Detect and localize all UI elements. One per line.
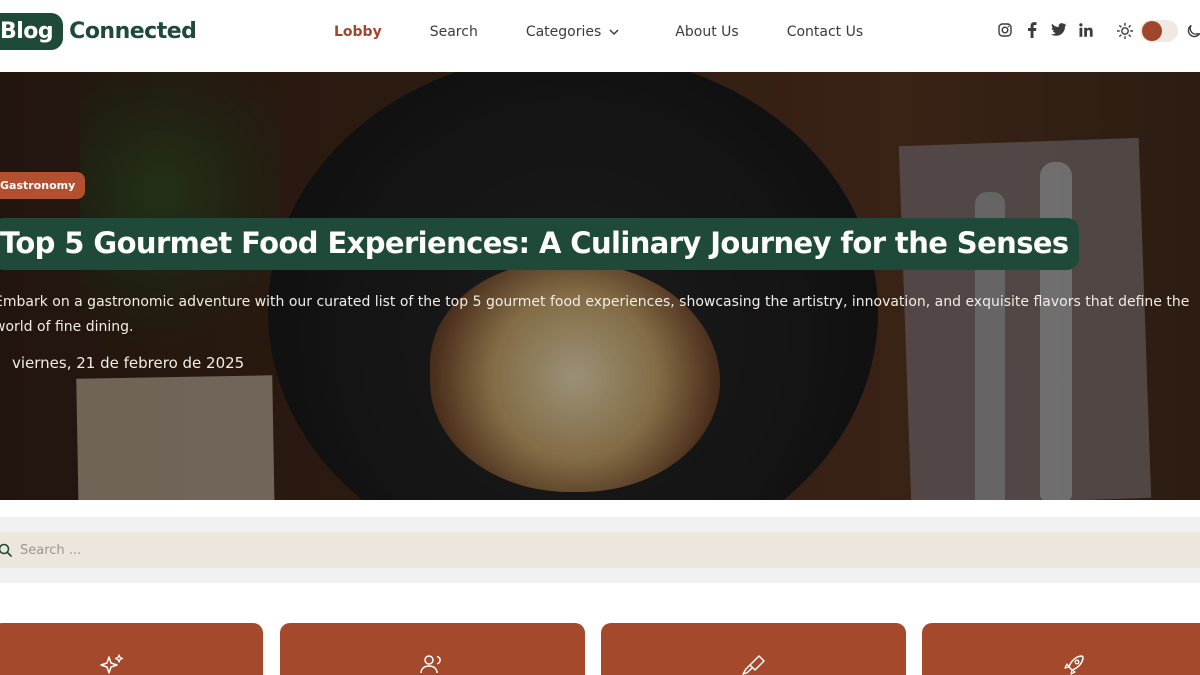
moon-icon[interactable] — [1186, 23, 1200, 39]
search-bar[interactable] — [0, 532, 1200, 568]
social-links — [997, 22, 1105, 38]
hero-title[interactable]: Top 5 Gourmet Food Experiences: A Culina… — [0, 218, 1079, 270]
site-header: Blog Connected Lobby Search Categories A… — [0, 0, 1200, 72]
main-nav: Lobby Search Categories About Us Contact… — [334, 24, 863, 40]
category-cards — [0, 623, 1200, 675]
logo-badge: Blog — [0, 12, 64, 50]
rocket-icon — [1064, 655, 1084, 675]
nav-categories[interactable]: Categories — [526, 24, 619, 40]
category-card-1[interactable] — [0, 623, 263, 675]
calendar-icon — [0, 355, 4, 371]
category-card-3[interactable] — [601, 623, 906, 675]
nav-search[interactable]: Search — [430, 24, 478, 40]
category-card-4[interactable] — [922, 623, 1200, 675]
category-card-2[interactable] — [280, 623, 585, 675]
hero-overlay — [0, 72, 1200, 500]
sparkles-icon — [100, 654, 124, 674]
facebook-icon[interactable] — [1024, 22, 1040, 38]
logo-text: Connected — [69, 18, 197, 44]
search-input[interactable] — [20, 542, 620, 558]
sun-icon[interactable] — [1116, 22, 1134, 40]
nav-categories-label: Categories — [525, 24, 602, 40]
toggle-knob — [1142, 21, 1162, 41]
search-icon — [0, 543, 12, 557]
theme-toggle[interactable] — [1140, 20, 1178, 42]
twitter-icon[interactable] — [1051, 22, 1067, 38]
users-icon — [420, 655, 441, 674]
hero-description: Embark on a gastronomic adventure with o… — [0, 294, 1190, 335]
instagram-icon[interactable] — [997, 22, 1013, 38]
chevron-down-icon — [609, 29, 619, 36]
nav-contact-us[interactable]: Contact Us — [787, 24, 863, 40]
search-section — [0, 517, 1200, 583]
post-date-text: viernes, 21 de febrero de 2025 — [12, 354, 245, 372]
brush-icon — [742, 655, 765, 675]
nav-lobby[interactable]: Lobby — [334, 24, 382, 40]
theme-switcher — [1116, 20, 1200, 42]
nav-about-us[interactable]: About Us — [675, 24, 738, 40]
category-tag[interactable]: Gastronomy — [0, 172, 86, 199]
hero-banner[interactable]: Gastronomy Top 5 Gourmet Food Experience… — [0, 72, 1200, 500]
linkedin-icon[interactable] — [1078, 22, 1094, 38]
site-logo[interactable]: Blog Connected — [0, 10, 197, 52]
post-date: viernes, 21 de febrero de 2025 — [0, 354, 244, 372]
